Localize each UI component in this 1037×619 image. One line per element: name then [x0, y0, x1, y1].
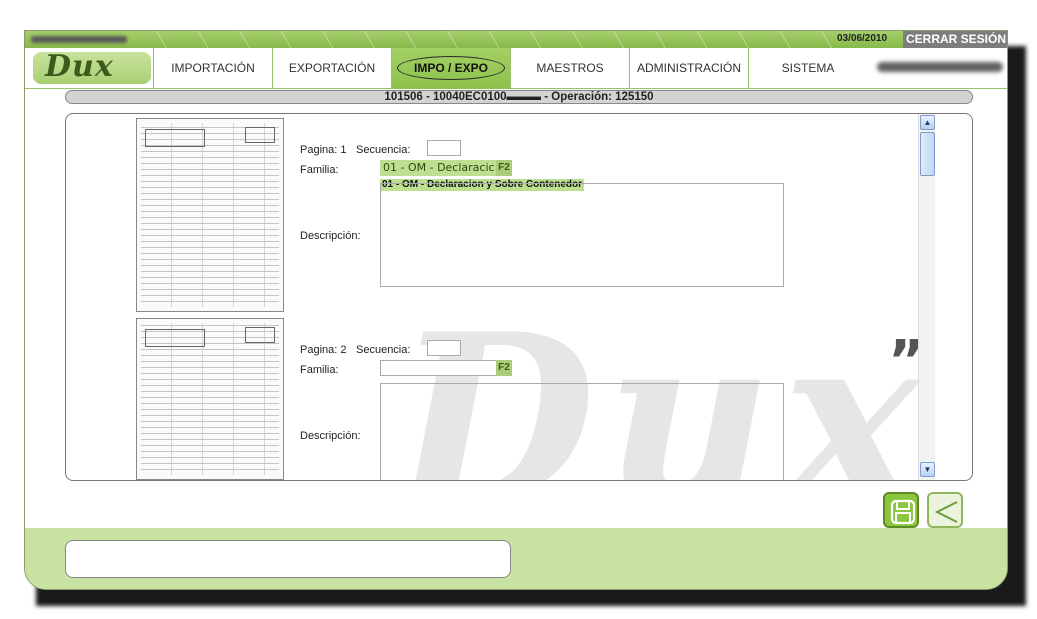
tab-label: SISTEMA	[781, 61, 835, 75]
family-f2-button-1[interactable]: F2	[496, 160, 512, 176]
nav-tabs: IMPORTACIÓN EXPORTACIÓN IMPO / EXPO MAES…	[153, 48, 867, 89]
save-icon	[890, 499, 916, 525]
tab-exportacion[interactable]: EXPORTACIÓN	[272, 48, 391, 89]
document-lines	[141, 123, 279, 307]
sequence-input-1[interactable]	[427, 140, 461, 156]
logout-button[interactable]: CERRAR SESIÓN	[903, 31, 1007, 48]
tab-label: MAESTROS	[536, 61, 604, 75]
page-thumbnail-2[interactable]	[136, 318, 284, 480]
description-label-1: Descripción:	[300, 230, 361, 242]
tab-label: ADMINISTRACIÓN	[636, 61, 741, 75]
document-box	[245, 127, 275, 143]
pages-panel: Dux ” Pagina: 1 Secuencia: Familia: 01 -…	[65, 113, 973, 481]
tab-label: IMPORTACIÓN	[171, 61, 255, 75]
page-label-2: Pagina: 2	[300, 344, 347, 356]
header-pattern	[145, 31, 835, 48]
family-f2-button-2[interactable]: F2	[496, 360, 512, 376]
scroll-up-icon[interactable]: ▲	[920, 115, 935, 130]
bottom-bar	[25, 528, 1007, 589]
sequence-label-2: Secuencia:	[356, 344, 411, 356]
back-button[interactable]	[927, 492, 963, 528]
save-button[interactable]	[883, 492, 919, 528]
page-label-1: Pagina: 1	[300, 144, 347, 156]
family-input-2[interactable]	[380, 360, 508, 376]
scroll-down-icon[interactable]: ▼	[920, 462, 935, 477]
main-nav: Dux IMPORTACIÓN EXPORTACIÓN IMPO / EXPO …	[25, 48, 1007, 89]
document-box	[145, 129, 205, 147]
back-arrow-icon	[934, 501, 958, 523]
document-box	[145, 329, 205, 347]
description-label-2: Descripción:	[300, 430, 361, 442]
message-box	[65, 540, 511, 578]
sequence-label-1: Secuencia:	[356, 144, 411, 156]
family-label-1: Familia:	[300, 164, 339, 176]
app-window: 03/06/2010 CERRAR SESIÓN Dux IMPORTACIÓN…	[24, 30, 1008, 590]
tab-label: EXPORTACIÓN	[288, 61, 376, 75]
scroll-thumb[interactable]	[920, 132, 935, 176]
family-label-2: Familia:	[300, 364, 339, 376]
description-textarea-1[interactable]	[380, 183, 784, 287]
page-thumbnail-1[interactable]	[136, 118, 284, 312]
document-box	[245, 327, 275, 343]
tab-administracion[interactable]: ADMINISTRACIÓN	[629, 48, 748, 89]
current-date: 03/06/2010	[837, 33, 888, 44]
redacted-company	[877, 62, 1003, 72]
top-status-bar: 03/06/2010 CERRAR SESIÓN	[25, 31, 1007, 48]
redacted-user	[31, 36, 127, 43]
tab-sistema[interactable]: SISTEMA	[748, 48, 867, 89]
tab-maestros[interactable]: MAESTROS	[510, 48, 629, 89]
description-textarea-2[interactable]	[380, 383, 784, 480]
sequence-input-2[interactable]	[427, 340, 461, 356]
dux-logo: Dux	[33, 49, 151, 84]
logo-text: Dux	[45, 49, 114, 84]
tab-label: IMPO / EXPO	[396, 56, 505, 80]
vertical-scrollbar[interactable]: ▲ ▼	[918, 114, 935, 480]
operation-title-bar: 101506 - 10040EC0100▬▬▬ - Operación: 125…	[65, 90, 973, 104]
tab-impo-expo[interactable]: IMPO / EXPO	[391, 48, 510, 89]
tab-importacion[interactable]: IMPORTACIÓN	[153, 48, 272, 89]
family-input-1[interactable]: 01 - OM - Declaracic	[380, 160, 508, 176]
